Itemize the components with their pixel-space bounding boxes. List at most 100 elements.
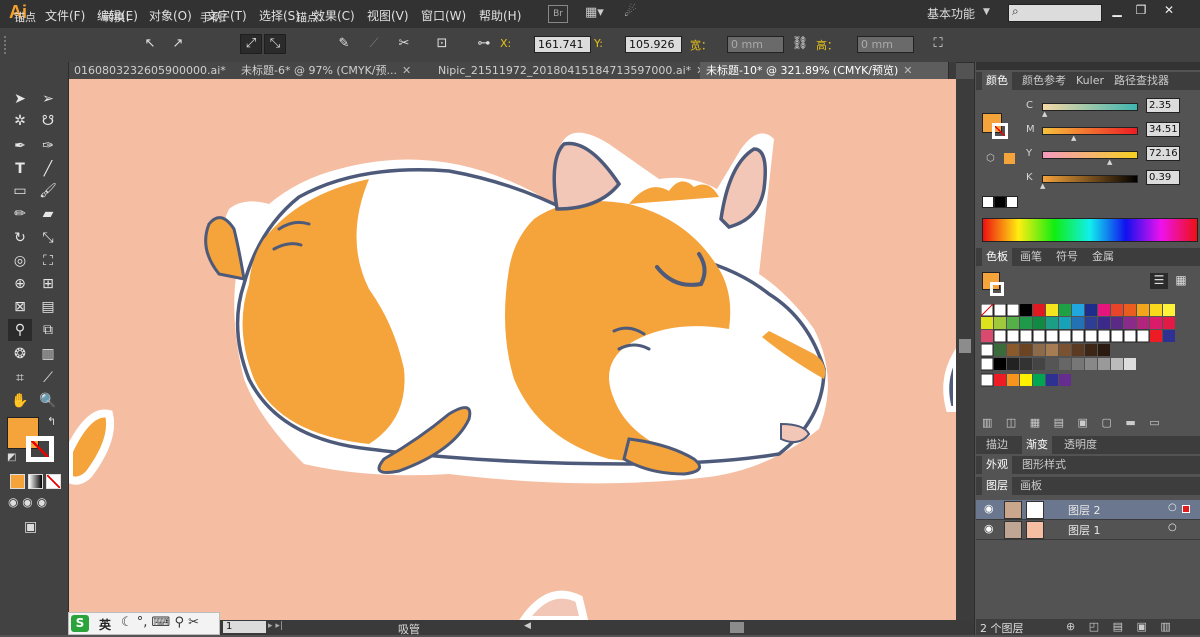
workspace-switcher[interactable]: 基本功能 — [927, 5, 975, 22]
swatch-row-6[interactable] — [980, 373, 1071, 387]
perspective-grid-tool-icon[interactable]: ⊞ — [36, 273, 60, 295]
k-value[interactable]: 0.39 — [1146, 170, 1180, 185]
selection-indicator[interactable] — [1182, 505, 1190, 513]
tab-color[interactable]: 颜色 — [982, 72, 1012, 90]
target-icon[interactable]: ○ — [1168, 522, 1177, 533]
sogou-logo-icon[interactable]: S — [71, 615, 89, 632]
curvature-tool-icon[interactable]: ✑ — [36, 135, 60, 157]
tab-appearance[interactable]: 外观 — [982, 456, 1012, 474]
tab-artboards[interactable]: 画板 — [1016, 477, 1046, 495]
lasso-tool-icon[interactable]: ☋ — [36, 110, 60, 132]
slice-tool-icon[interactable]: ⟋ — [36, 367, 60, 389]
ime-lang-toggle[interactable]: 英 — [99, 616, 111, 633]
pencil-tool-icon[interactable]: ✏ — [8, 203, 32, 225]
shape-builder-tool-icon[interactable]: ⊕ — [8, 273, 32, 295]
arrange-documents-icon[interactable]: ▦▾ — [585, 5, 609, 21]
warp-tool-icon[interactable]: ◎ — [8, 250, 32, 272]
x-field[interactable]: 161.741 — [534, 36, 591, 53]
menu-help[interactable]: 帮助(H) — [479, 7, 521, 24]
tab-metal[interactable]: 金属 — [1088, 248, 1118, 266]
swatch-row-4[interactable] — [980, 343, 1110, 357]
gradient-mode-icon[interactable] — [28, 474, 43, 489]
visibility-eye-icon[interactable]: ◉ — [984, 522, 994, 535]
magic-wand-tool-icon[interactable]: ✲ — [8, 110, 32, 132]
layer-row-2[interactable]: ◉ 图层 2 ○ — [976, 500, 1200, 520]
tab-transparency[interactable]: 透明度 — [1060, 436, 1101, 454]
tab-document-4[interactable]: 未标题-10* @ 321.89% (CMYK/预览) ✕ — [700, 62, 949, 79]
eraser-tool-icon[interactable]: ▰ — [36, 203, 60, 225]
artboard-tool-icon[interactable]: ⌗ — [8, 367, 32, 389]
layer-row-1[interactable]: ◉ 图层 1 ○ — [976, 520, 1200, 540]
k-slider-thumb[interactable]: ▲ — [1040, 182, 1045, 190]
minimize-icon[interactable]: ▁ — [1106, 3, 1128, 19]
scroll-left-icon[interactable]: ◀ — [524, 621, 531, 631]
y-value[interactable]: 72.16 — [1146, 146, 1180, 161]
m-slider-thumb[interactable]: ▲ — [1071, 134, 1076, 142]
color-mode-icon[interactable] — [10, 474, 25, 489]
convert-smooth-icon[interactable]: ↗ — [168, 35, 188, 53]
black-swatch[interactable] — [994, 196, 1006, 208]
show-handles-icon[interactable]: ⤢ — [240, 34, 262, 54]
restore-icon[interactable]: ❐ — [1130, 3, 1152, 19]
blend-tool-icon[interactable]: ⧉ — [36, 319, 60, 341]
y-slider[interactable] — [1042, 151, 1138, 159]
direct-selection-tool-icon[interactable]: ➢ — [36, 88, 60, 110]
visibility-eye-icon[interactable]: ◉ — [984, 502, 994, 515]
swatch-row-2[interactable] — [981, 317, 1175, 329]
eyedropper-tool-icon[interactable]: ⚲ — [8, 319, 32, 341]
swatch-row-5[interactable] — [980, 357, 1136, 371]
free-transform-tool-icon[interactable]: ⛶ — [36, 250, 60, 272]
tab-close-icon[interactable]: ✕ — [402, 64, 411, 77]
gradient-tool-icon[interactable]: ▤ — [36, 296, 60, 318]
none-swatch[interactable] — [1006, 196, 1018, 208]
stroke-swatch[interactable] — [26, 436, 54, 462]
tab-pathfinder[interactable]: 路径查找器 — [1110, 72, 1173, 90]
y-slider-thumb[interactable]: ▲ — [1107, 158, 1112, 166]
horizontal-scroll-thumb[interactable] — [730, 622, 744, 633]
k-slider[interactable] — [1042, 175, 1138, 183]
none-mode-icon[interactable] — [46, 474, 61, 489]
remove-anchor-icon[interactable]: ✎ — [334, 35, 354, 53]
tab-close-icon[interactable]: ✕ — [903, 64, 912, 77]
swatch-row-3[interactable] — [981, 329, 1175, 343]
tab-kuler[interactable]: Kuler — [1072, 72, 1108, 90]
selection-tool-icon[interactable]: ➤ — [8, 88, 32, 110]
bridge-button[interactable]: Br — [548, 5, 568, 23]
grid-view-icon[interactable]: ▦ — [1172, 273, 1190, 289]
line-tool-icon[interactable]: ╱ — [36, 158, 60, 180]
menu-window[interactable]: 窗口(W) — [421, 7, 466, 24]
scale-tool-icon[interactable]: ⤡ — [36, 227, 60, 249]
out-of-gamut-icon[interactable]: ⬡ — [986, 153, 995, 164]
hand-tool-icon[interactable]: ✋ — [8, 390, 32, 412]
rectangle-tool-icon[interactable]: ▭ — [8, 180, 32, 202]
search-input[interactable]: ⌕ — [1008, 4, 1102, 22]
menu-select[interactable]: 选择(S) — [259, 7, 300, 24]
menu-view[interactable]: 视图(V) — [367, 7, 409, 24]
hide-handles-icon[interactable]: ⤡ — [264, 34, 286, 54]
layers-footer-icons[interactable]: ⊕ ◰ ▤ ▣ ▥ — [1066, 620, 1176, 633]
y-field[interactable]: 105.926 — [625, 36, 682, 53]
c-slider[interactable] — [1042, 103, 1138, 111]
close-icon[interactable]: ✕ — [1158, 3, 1180, 19]
transform-icon[interactable]: ⛶ — [928, 35, 948, 53]
chevron-down-icon[interactable]: ▼ — [983, 7, 990, 17]
artboard-number-field[interactable]: 1 — [223, 621, 266, 633]
m-slider[interactable] — [1042, 127, 1138, 135]
type-tool-icon[interactable]: T — [8, 158, 32, 180]
graph-tool-icon[interactable]: ▥ — [36, 343, 60, 365]
isolate-icon[interactable]: ⊡ — [432, 35, 452, 53]
menu-file[interactable]: 文件(F) — [45, 7, 85, 24]
layer-name[interactable]: 图层 2 — [1068, 502, 1101, 518]
target-icon[interactable]: ○ — [1168, 502, 1177, 513]
tab-document-2[interactable]: 未标题-6* @ 97% (CMYK/预... ✕ — [235, 62, 438, 79]
c-slider-thumb[interactable]: ▲ — [1042, 110, 1047, 118]
tab-symbols[interactable]: 符号 — [1052, 248, 1082, 266]
rotate-tool-icon[interactable]: ↻ — [8, 227, 32, 249]
paintbrush-tool-icon[interactable]: 🖌 — [36, 180, 60, 202]
scrollbar-thumb[interactable] — [959, 339, 971, 353]
menu-object[interactable]: 对象(O) — [149, 7, 192, 24]
artboard-nav-icons[interactable]: ▸ ▸| — [268, 621, 283, 631]
cut-path-icon[interactable]: ✂ — [394, 35, 414, 53]
tab-layers[interactable]: 图层 — [982, 477, 1012, 495]
symbol-sprayer-tool-icon[interactable]: ❂ — [8, 343, 32, 365]
